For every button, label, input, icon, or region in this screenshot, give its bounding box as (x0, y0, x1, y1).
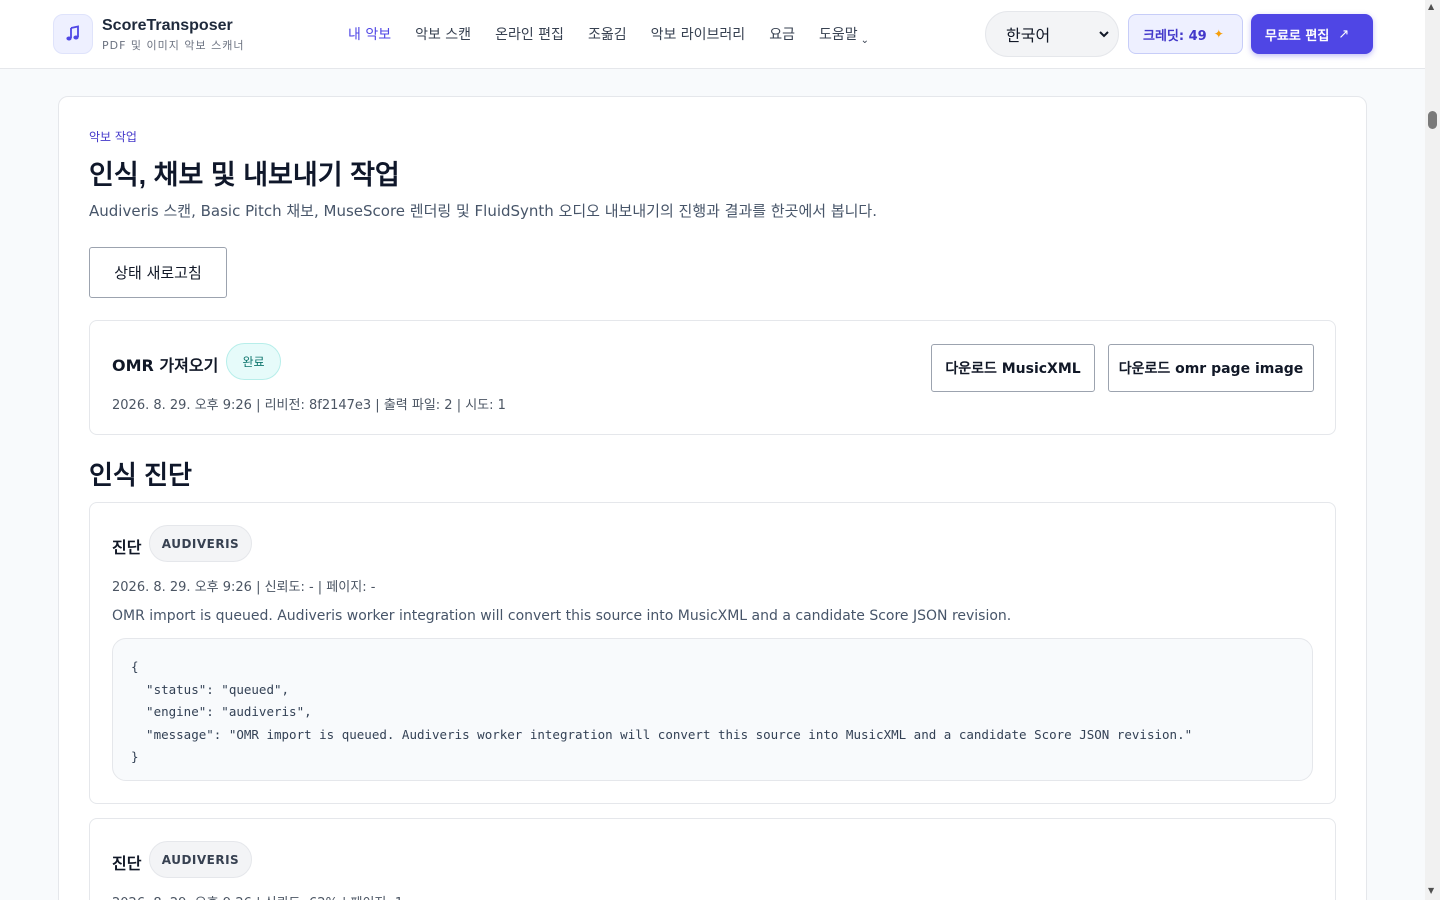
nav-item-online-edit[interactable]: 온라인 편집 (495, 24, 564, 44)
job-meta: 2026. 8. 29. 오후 9:26 | 리비전: 8f2147e3 | 출… (112, 398, 506, 413)
nav-item-library[interactable]: 악보 라이브러리 (651, 24, 746, 44)
nav-item-my-scores[interactable]: 내 악보 (348, 24, 391, 44)
diagnostic-card: 진단 AUDIVERIS 2026. 8. 29. 오후 9:26 | 신뢰도:… (89, 502, 1336, 804)
logo[interactable] (53, 14, 93, 54)
diagnostic-card: 진단 AUDIVERIS 2026. 8. 29. 오후 9:26 | 신뢰도:… (89, 818, 1336, 900)
refresh-status-button[interactable]: 상태 새로고침 (89, 247, 227, 298)
page-description: Audiveris 스캔, Basic Pitch 채보, MuseScore … (89, 202, 877, 220)
top-navigation-bar: ScoreTransposer PDF 및 이미지 악보 스캐너 내 악보 악보… (0, 0, 1425, 69)
nav-item-pricing[interactable]: 요금 (769, 24, 795, 44)
scrollbar-thumb[interactable] (1428, 111, 1437, 129)
language-select-value: 한국어 (1006, 26, 1051, 45)
scroll-up-icon[interactable]: ▲ (1428, 2, 1434, 11)
download-musicxml-button[interactable]: 다운로드 MusicXML (931, 344, 1095, 392)
status-badge: 완료 (226, 343, 281, 380)
page-scrollbar[interactable]: ▲ ▼ (1425, 0, 1440, 900)
diagnostic-message: OMR import is queued. Audiveris worker i… (112, 608, 1012, 624)
diagnostic-json: { "status": "queued", "engine": "audiver… (112, 638, 1313, 781)
external-arrow-icon: ↗ (1338, 26, 1350, 42)
brand-subtitle: PDF 및 이미지 악보 스캐너 (102, 39, 245, 52)
scroll-down-icon[interactable]: ▼ (1428, 886, 1434, 895)
edit-free-label: 무료로 편집 (1265, 28, 1330, 44)
language-select[interactable]: 한국어 (985, 11, 1119, 57)
nav-item-help[interactable]: 도움말 ⌄ (818, 24, 869, 46)
music-note-icon (66, 25, 79, 41)
credits-label: 크레딧: 49 (1143, 28, 1207, 44)
page-title: 인식, 채보 및 내보내기 작업 (89, 160, 400, 190)
job-card: OMR 가져오기 완료 2026. 8. 29. 오후 9:26 | 리비전: … (89, 320, 1336, 435)
main-nav: 내 악보 악보 스캔 온라인 편집 조옮김 악보 라이브러리 요금 도움말 ⌄ (348, 24, 893, 46)
download-page-image-button[interactable]: 다운로드 omr page image (1108, 344, 1314, 392)
diagnostic-meta: 2026. 8. 29. 오후 9:26 | 신뢰도: 62% | 페이지: 1 (112, 892, 403, 900)
diagnostic-title: 진단 (112, 854, 142, 873)
credits-badge[interactable]: 크레딧: 49 ✦ (1128, 14, 1243, 54)
engine-badge: AUDIVERIS (149, 841, 252, 878)
chevron-down-icon (1099, 31, 1109, 38)
diagnostic-meta: 2026. 8. 29. 오후 9:26 | 신뢰도: - | 페이지: - (112, 580, 376, 595)
nav-item-scan[interactable]: 악보 스캔 (415, 24, 471, 44)
sparkle-icon: ✦ (1213, 27, 1224, 41)
nav-item-help-label: 도움말 (818, 27, 858, 43)
job-title: OMR 가져오기 (112, 356, 219, 375)
diagnostic-title: 진단 (112, 538, 142, 557)
brand-name[interactable]: ScoreTransposer (102, 17, 233, 35)
page-eyebrow: 악보 작업 (89, 130, 137, 144)
engine-badge: AUDIVERIS (149, 525, 252, 562)
nav-item-transpose[interactable]: 조옮김 (588, 24, 627, 44)
edit-free-button[interactable]: 무료로 편집 ↗ (1251, 14, 1373, 54)
chevron-down-icon: ⌄ (860, 35, 869, 46)
diagnostics-section-title: 인식 진단 (89, 460, 192, 490)
